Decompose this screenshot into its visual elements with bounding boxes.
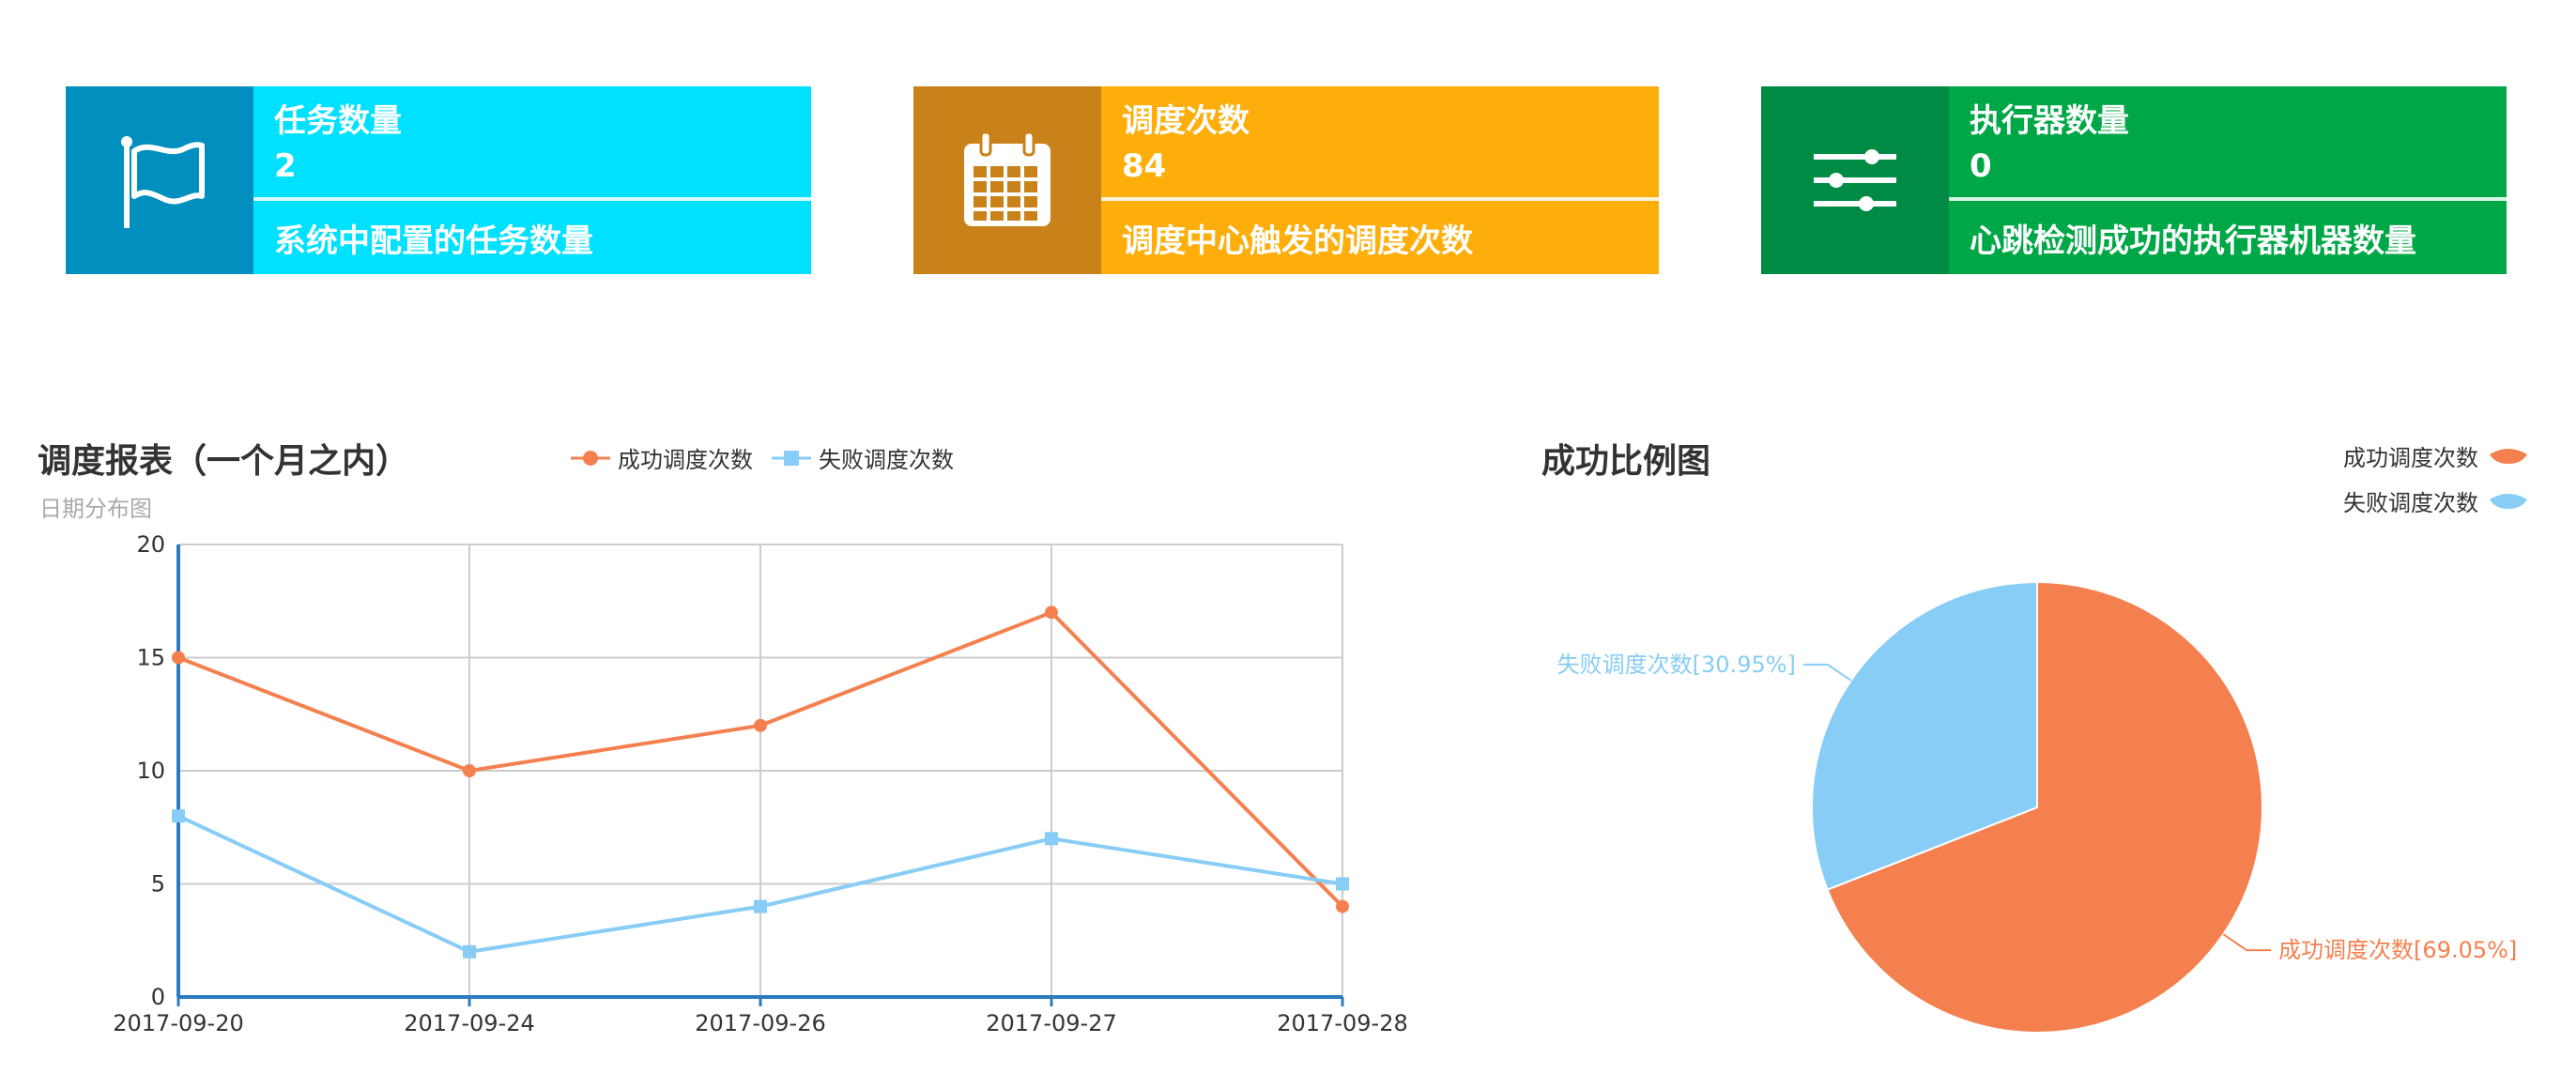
- flag-icon: [66, 86, 253, 274]
- info-box-schedule-count: 调度次数 84 调度中心触发的调度次数: [913, 86, 1659, 274]
- y-tick-label: 5: [151, 871, 165, 897]
- sliders-icon: [1761, 86, 1949, 274]
- data-point-fail[interactable]: [754, 899, 767, 913]
- legend-marker-fail: [772, 450, 811, 466]
- info-title: 执行器数量: [1970, 102, 2129, 140]
- info-number: 0: [1970, 147, 1992, 185]
- legend-item-fail[interactable]: 失败调度次数: [770, 441, 954, 474]
- info-description: 系统中配置的任务数量: [274, 222, 593, 260]
- info-number: 84: [1122, 147, 1167, 185]
- info-box-task-count: 任务数量 2 系统中配置的任务数量: [66, 86, 811, 274]
- info-description: 心跳检测成功的执行器机器数量: [1970, 222, 2416, 260]
- legend-label: 失败调度次数: [2343, 490, 2478, 516]
- info-content: 调度次数 84 调度中心触发的调度次数: [1101, 86, 1659, 274]
- x-tick-label: 2017-09-28: [1277, 1010, 1407, 1036]
- data-point-success[interactable]: [172, 651, 185, 665]
- data-point-fail[interactable]: [172, 809, 185, 823]
- legend-label: 成功调度次数: [618, 447, 753, 473]
- calendar-icon: [913, 86, 1101, 274]
- data-point-success[interactable]: [1045, 606, 1058, 620]
- y-tick-label: 20: [136, 531, 165, 558]
- pie-label-success: 成功调度次数[69.05%]: [2278, 937, 2517, 963]
- info-title: 任务数量: [274, 102, 402, 140]
- x-tick-label: 2017-09-27: [986, 1010, 1116, 1036]
- line-chart-subtitle: 日期分布图: [39, 496, 152, 522]
- pie-label-line-success: [2222, 933, 2272, 952]
- data-point-success[interactable]: [1336, 899, 1349, 913]
- pie-chart-title: 成功比例图: [1541, 442, 1711, 481]
- legend-item-success[interactable]: 成功调度次数: [2343, 439, 2529, 472]
- info-content: 任务数量 2 系统中配置的任务数量: [253, 86, 811, 274]
- legend-marker-success: [571, 450, 610, 466]
- line-chart-title: 调度报表（一个月之内）: [38, 442, 410, 481]
- pie-chart: 成功调度次数[69.05%] 失败调度次数[30.95%]: [1557, 580, 2517, 1034]
- pie-label-fail: 失败调度次数[30.95%]: [1557, 652, 1796, 678]
- info-box-executor-count: 执行器数量 0 心跳检测成功的执行器机器数量: [1761, 86, 2507, 274]
- y-tick-label: 0: [151, 984, 165, 1010]
- x-tick-label: 2017-09-20: [113, 1010, 243, 1036]
- pie-label-line-fail: [1802, 663, 1852, 682]
- x-tick-label: 2017-09-24: [404, 1010, 534, 1036]
- legend-label: 成功调度次数: [2343, 445, 2478, 471]
- legend-marker-success: [2490, 448, 2527, 464]
- info-content: 执行器数量 0 心跳检测成功的执行器机器数量: [1949, 86, 2507, 274]
- info-number: 2: [274, 147, 297, 185]
- legend-item-success[interactable]: 成功调度次数: [569, 441, 753, 474]
- legend-marker-fail: [2490, 493, 2527, 509]
- data-point-success[interactable]: [754, 718, 767, 732]
- legend-label: 失败调度次数: [819, 447, 954, 473]
- y-tick-label: 15: [136, 645, 165, 671]
- info-description: 调度中心触发的调度次数: [1122, 222, 1473, 260]
- data-point-fail[interactable]: [463, 944, 476, 959]
- data-point-fail[interactable]: [1336, 877, 1349, 891]
- line-chart: 0 5 10 15 20 2017-09-20 2017-09-24 2017-09-26 20…: [113, 531, 1407, 1036]
- info-title: 调度次数: [1122, 102, 1250, 140]
- y-tick-label: 10: [136, 758, 165, 784]
- data-point-fail[interactable]: [1045, 832, 1058, 846]
- legend-item-fail[interactable]: 失败调度次数: [2343, 484, 2529, 517]
- data-point-success[interactable]: [463, 764, 476, 777]
- x-tick-label: 2017-09-26: [695, 1010, 825, 1036]
